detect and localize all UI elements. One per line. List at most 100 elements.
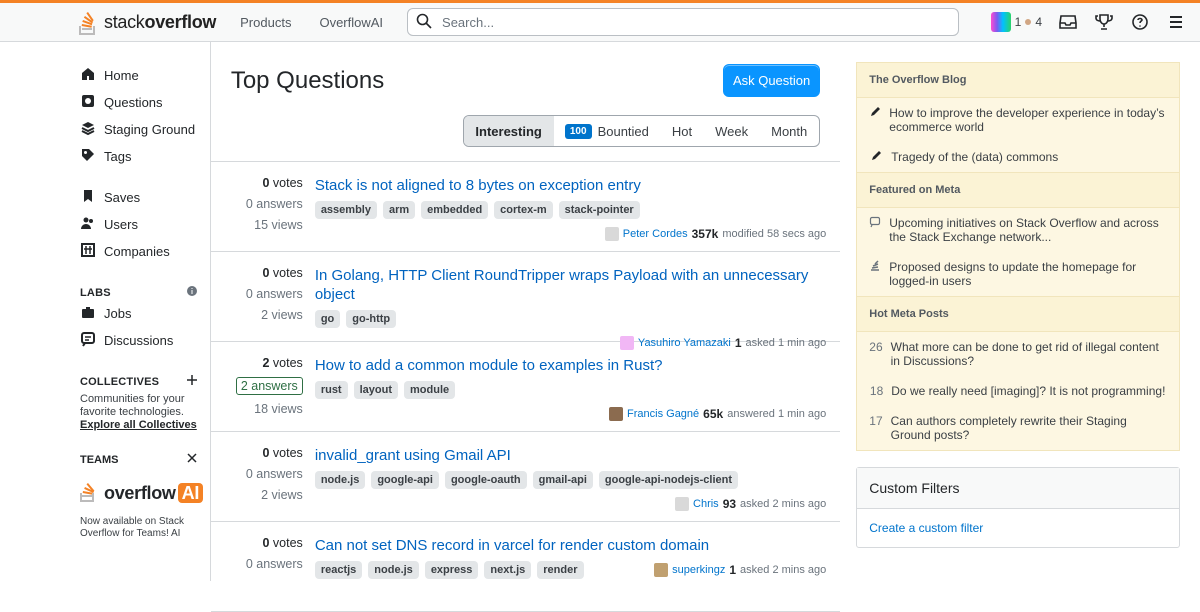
overflowai-logo-icon [80,481,98,506]
meta-item[interactable]: Proposed designs to update the homepage … [857,252,1179,296]
help-icon[interactable] [1130,12,1150,32]
bookmark-icon [80,188,96,207]
question-action[interactable]: asked 1 min ago [746,337,827,349]
questions-icon [80,93,96,112]
custom-filters-title: Custom Filters [857,468,1179,509]
tag[interactable]: go-http [346,310,397,328]
tag[interactable]: assembly [314,201,377,219]
tag[interactable]: google-api-nodejs-client [598,471,739,489]
question-summary: 0 votes 0 answers 15 views Stack is not … [210,162,841,252]
question-body: In Golang, HTTP Client RoundTripper wrap… [314,266,826,350]
question-action[interactable]: answered 1 min ago [727,408,826,420]
page-container: Home Questions Staging Ground Tags Saves… [0,42,1200,612]
nav-home[interactable]: Home [0,62,210,89]
question-title-link[interactable]: How to add a common module to examples i… [315,356,826,375]
user-reputation: 93 [722,497,737,511]
tab-bountied[interactable]: 100 Bountied [554,116,661,146]
user-link[interactable]: Yasuhiro Yamazaki [638,337,731,349]
plus-icon[interactable] [186,374,198,389]
blog-item[interactable]: Tragedy of the (data) commons [857,142,1179,172]
user-avatar [990,12,1011,32]
nav-users[interactable]: Users [0,211,210,238]
blog-item-title: Tragedy of the (data) commons [891,150,1059,164]
search-box[interactable] [407,8,960,36]
tag[interactable]: embedded [421,201,489,219]
question-list: 0 votes 0 answers 15 views Stack is not … [210,161,841,612]
tag[interactable]: google-api [371,471,439,489]
products-link[interactable]: Products [236,9,295,36]
user-link[interactable]: superkingz [672,564,725,576]
user-link[interactable]: Chris [693,498,719,510]
user-avatar[interactable] [654,563,669,577]
view-count: 2 views [261,488,303,502]
hot-meta-item[interactable]: 26 What more can be done to get rid of i… [857,332,1179,376]
inbox-icon[interactable] [1058,12,1078,32]
overflowai-link[interactable]: OverflowAI [315,9,387,36]
question-action[interactable]: asked 2 mins ago [740,498,826,510]
question-stats: 0 votes 0 answers 2 views [211,266,315,329]
hot-meta-item[interactable]: 17 Can authors completely rewrite their … [857,406,1179,450]
search-input[interactable] [440,13,951,31]
meta-item[interactable]: Upcoming initiatives on Stack Overflow a… [857,208,1179,252]
site-switcher-icon[interactable] [1166,12,1186,32]
hot-meta-title-text: Do we really need [imaging]? It is not p… [891,384,1166,398]
blog-item[interactable]: How to improve the developer experience … [857,98,1179,142]
user-avatar[interactable] [675,497,690,511]
question-action[interactable]: modified 58 secs ago [722,228,826,240]
tag[interactable]: reactjs [314,561,363,579]
answer-count: 0 answers [245,557,303,571]
answer-count: 0 answers [245,467,303,481]
tag[interactable]: go [314,310,341,328]
tag[interactable]: next.js [484,561,532,579]
nav-staging-ground[interactable]: Staging Ground [0,116,210,143]
vote-count-label: votes [272,266,303,280]
question-title-link[interactable]: Stack is not aligned to 8 bytes on excep… [315,176,826,195]
tag[interactable]: gmail-api [532,471,593,489]
nav-jobs[interactable]: Jobs [0,300,210,327]
user-avatar[interactable] [604,227,619,241]
stackoverflow-logo[interactable]: stackoverflow [78,8,216,36]
top-bar: stackoverflow Products OverflowAI 1 4 [0,0,1200,42]
user-avatar[interactable] [609,407,624,421]
rep-dot [1025,19,1032,25]
tab-interesting[interactable]: Interesting [464,116,554,146]
explore-collectives-link[interactable]: Explore all Collectives [80,419,197,431]
tag[interactable]: cortex-m [494,201,553,219]
achievements-icon[interactable] [1094,12,1114,32]
hot-meta-title-text: What more can be done to get rid of ille… [890,340,1159,368]
user-link[interactable]: Francis Gagné [627,408,699,420]
user-avatar[interactable] [619,336,634,350]
tag[interactable]: node.js [368,561,419,579]
tag[interactable]: render [537,561,584,579]
close-icon[interactable] [186,452,198,467]
tag[interactable]: google-oauth [444,471,527,489]
nav-saves[interactable]: Saves [0,184,210,211]
nav-staging-ground-label: Staging Ground [104,122,196,137]
tag[interactable]: express [424,561,479,579]
question-action[interactable]: asked 2 mins ago [740,564,826,576]
vote-count: 0 votes [262,536,302,550]
tag[interactable]: module [404,381,456,399]
info-icon[interactable] [186,285,198,300]
question-title-link[interactable]: invalid_grant using Gmail API [315,446,826,465]
user-link[interactable]: Peter Cordes [623,228,688,240]
hot-meta-item[interactable]: 18 Do we really need [imaging]? It is no… [857,376,1179,406]
tab-week[interactable]: Week [704,116,760,146]
tag[interactable]: stack-pointer [558,201,640,219]
tag[interactable]: layout [353,381,398,399]
tag[interactable]: rust [314,381,348,399]
user-rep[interactable]: 1 4 [990,12,1042,32]
tab-hot[interactable]: Hot [661,116,704,146]
tag[interactable]: node.js [314,471,366,489]
tab-month[interactable]: Month [760,116,819,146]
tag[interactable]: arm [382,201,416,219]
create-custom-filter-link[interactable]: Create a custom filter [857,509,1179,547]
ask-question-button[interactable]: Ask Question [722,64,821,97]
question-title-link[interactable]: Can not set DNS record in varcel for ren… [315,536,826,555]
meta-title: Featured on Meta [857,172,1179,208]
question-title-link[interactable]: In Golang, HTTP Client RoundTripper wrap… [315,266,826,304]
nav-discussions[interactable]: Discussions [0,327,210,354]
nav-companies[interactable]: Companies [0,238,210,265]
nav-questions[interactable]: Questions [0,89,210,116]
nav-tags[interactable]: Tags [0,143,210,170]
